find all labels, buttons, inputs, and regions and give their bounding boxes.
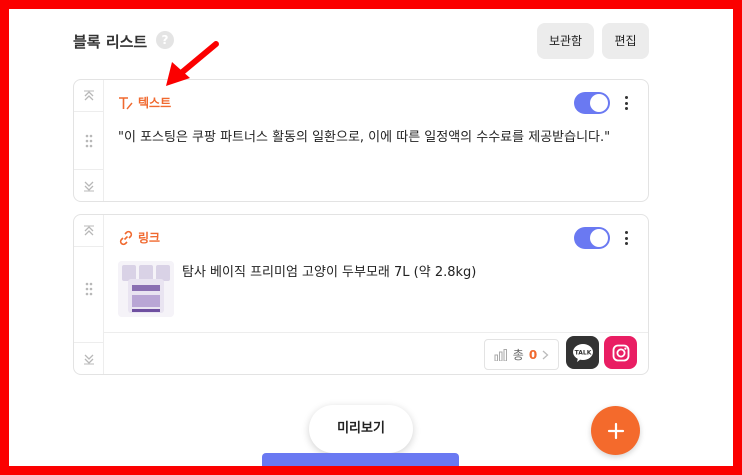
more-options-icon[interactable]	[622, 229, 630, 247]
link-block-card: 링크 탐사 베이직 프리미엄 고양이 두부모래 7L (약 2.8kg) 총 0…	[73, 214, 649, 375]
block-type-label: 링크	[118, 229, 160, 246]
edit-button[interactable]: 편집	[602, 23, 649, 59]
drag-dots-icon	[85, 282, 92, 296]
link-title: 탐사 베이직 프리미엄 고양이 두부모래 7L (약 2.8kg)	[182, 265, 477, 280]
double-chevron-down-icon	[83, 354, 94, 364]
kakao-talk-share-button[interactable]: TALK	[566, 336, 599, 369]
block-control-rail	[74, 215, 104, 374]
move-top-button[interactable]	[74, 80, 103, 112]
product-image	[118, 261, 174, 317]
link-icon	[119, 230, 133, 245]
page-title: 블록 리스트	[73, 33, 148, 51]
drag-handle[interactable]	[74, 112, 103, 169]
preview-button[interactable]: 미리보기	[309, 405, 413, 453]
kakao-talk-icon: TALK	[572, 343, 593, 362]
bottom-action-bar[interactable]	[262, 453, 459, 475]
more-options-icon[interactable]	[622, 94, 630, 112]
annotation-arrow-icon	[166, 41, 219, 86]
block-type-label: 텍스트	[118, 94, 171, 111]
double-chevron-up-icon	[83, 225, 94, 235]
add-block-button[interactable]	[591, 406, 640, 455]
text-block-card: 텍스트 "이 포스팅은 쿠팡 파트너스 활동의 일환으로, 이에 따른 일정액의…	[73, 79, 649, 202]
move-top-button[interactable]	[74, 215, 103, 247]
svg-text:TALK: TALK	[574, 349, 591, 356]
double-chevron-down-icon	[83, 181, 94, 191]
move-bottom-button[interactable]	[74, 169, 103, 201]
drag-dots-icon	[85, 134, 92, 147]
block-visibility-toggle[interactable]	[574, 92, 610, 114]
divider	[104, 332, 648, 333]
chevron-right-icon	[542, 350, 549, 359]
text-icon	[119, 96, 133, 109]
toggle-knob	[590, 94, 608, 112]
double-chevron-up-icon	[83, 90, 94, 100]
block-type-text: 텍스트	[138, 96, 172, 110]
plus-icon	[607, 422, 624, 439]
move-bottom-button[interactable]	[74, 342, 103, 374]
drag-handle[interactable]	[74, 247, 103, 331]
instagram-icon	[612, 344, 629, 361]
block-type-text: 링크	[138, 231, 161, 245]
storage-button[interactable]: 보관함	[537, 23, 594, 59]
instagram-share-button[interactable]	[604, 336, 637, 369]
bar-chart-icon	[494, 348, 507, 361]
block-control-rail	[74, 80, 104, 201]
stats-label: 총	[512, 348, 524, 362]
stats-count: 0	[528, 347, 538, 362]
block-visibility-toggle[interactable]	[574, 227, 610, 249]
product-thumbnail[interactable]	[118, 261, 174, 317]
text-block-content: "이 포스팅은 쿠팡 파트너스 활동의 일환으로, 이에 따른 일정액의 수수료…	[118, 130, 611, 145]
click-stats-button[interactable]: 총 0	[484, 339, 559, 370]
toggle-knob	[590, 229, 608, 247]
